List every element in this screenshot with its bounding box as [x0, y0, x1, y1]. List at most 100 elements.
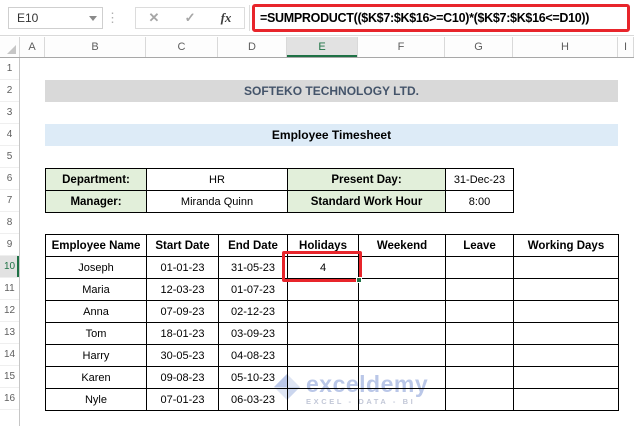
work-hour-label-cell[interactable]: Standard Work Hour	[288, 191, 446, 213]
cell-C11[interactable]: 12-03-23	[147, 279, 219, 301]
cell-C14[interactable]: 30-05-23	[147, 345, 219, 367]
cell-F14[interactable]	[359, 345, 446, 367]
department-label-cell[interactable]: Department:	[46, 169, 147, 191]
cell-E16[interactable]	[288, 389, 359, 411]
cell-H10[interactable]	[514, 257, 619, 279]
cell-E10[interactable]: 4	[288, 257, 359, 279]
table-header-end-date[interactable]: End Date	[219, 235, 288, 257]
row-header-14[interactable]: 14	[0, 344, 19, 366]
row-header-12[interactable]: 12	[0, 300, 19, 322]
row-header-11[interactable]: 11	[0, 278, 19, 300]
table-header-holidays[interactable]: Holidays	[288, 235, 359, 257]
name-box[interactable]: E10	[8, 7, 103, 29]
department-value-cell[interactable]: HR	[147, 169, 288, 191]
row-header-10[interactable]: 10	[0, 256, 19, 278]
table-header-start-date[interactable]: Start Date	[147, 235, 219, 257]
table-header-working-days[interactable]: Working Days	[514, 235, 619, 257]
cell-H13[interactable]	[514, 323, 619, 345]
cell-H12[interactable]	[514, 301, 619, 323]
formula-input[interactable]: =SUMPRODUCT(($K$7:$K$16>=C10)*($K$7:$K$1…	[252, 4, 630, 32]
cell-C10[interactable]: 01-01-23	[147, 257, 219, 279]
cell-B15[interactable]: Karen	[46, 367, 147, 389]
present-day-value-cell[interactable]: 31-Dec-23	[446, 169, 514, 191]
cell-B10[interactable]: Joseph	[46, 257, 147, 279]
fill-handle[interactable]	[356, 277, 362, 283]
cell-B16[interactable]: Nyle	[46, 389, 147, 411]
cell-E12[interactable]	[288, 301, 359, 323]
row-header-2[interactable]: 2	[0, 80, 19, 102]
cell-G16[interactable]	[446, 389, 514, 411]
cell-E11[interactable]	[288, 279, 359, 301]
select-all-button[interactable]	[0, 37, 20, 57]
row-header-16[interactable]: 16	[0, 388, 19, 410]
worksheet[interactable]: SOFTEKO TECHNOLOGY LTD. Employee Timeshe…	[20, 58, 634, 426]
name-box-dropdown-icon[interactable]	[84, 16, 102, 21]
cell-E14[interactable]	[288, 345, 359, 367]
table-header-leave[interactable]: Leave	[446, 235, 514, 257]
column-header-H[interactable]: H	[513, 37, 618, 57]
cell-F16[interactable]	[359, 389, 446, 411]
row-header-7[interactable]: 7	[0, 190, 19, 212]
row-header-5[interactable]: 5	[0, 146, 19, 168]
work-hour-value-cell[interactable]: 8:00	[446, 191, 514, 213]
present-day-label-cell[interactable]: Present Day:	[288, 169, 446, 191]
cell-B13[interactable]: Tom	[46, 323, 147, 345]
cell-F15[interactable]	[359, 367, 446, 389]
cell-F11[interactable]	[359, 279, 446, 301]
cell-F10[interactable]	[359, 257, 446, 279]
cell-C15[interactable]: 09-08-23	[147, 367, 219, 389]
cell-D16[interactable]: 06-03-23	[219, 389, 288, 411]
cell-G12[interactable]	[446, 301, 514, 323]
row-header-15[interactable]: 15	[0, 366, 19, 388]
table-header-weekend[interactable]: Weekend	[359, 235, 446, 257]
cell-D14[interactable]: 04-08-23	[219, 345, 288, 367]
manager-value-cell[interactable]: Miranda Quinn	[147, 191, 288, 213]
row-header-17[interactable]	[0, 410, 19, 426]
cell-D15[interactable]: 05-10-23	[219, 367, 288, 389]
cell-H16[interactable]	[514, 389, 619, 411]
row-header-8[interactable]: 8	[0, 212, 19, 234]
cell-H14[interactable]	[514, 345, 619, 367]
cell-B11[interactable]: Maria	[46, 279, 147, 301]
cell-E13[interactable]	[288, 323, 359, 345]
cell-H15[interactable]	[514, 367, 619, 389]
cancel-icon[interactable]: ✕	[149, 10, 160, 26]
column-header-I[interactable]: I	[618, 37, 634, 57]
cell-H11[interactable]	[514, 279, 619, 301]
cell-F13[interactable]	[359, 323, 446, 345]
cell-B12[interactable]: Anna	[46, 301, 147, 323]
table-header-employee-name[interactable]: Employee Name	[46, 235, 147, 257]
column-header-G[interactable]: G	[445, 37, 513, 57]
manager-label-cell[interactable]: Manager:	[46, 191, 147, 213]
cell-B14[interactable]: Harry	[46, 345, 147, 367]
column-header-D[interactable]: D	[218, 37, 287, 57]
cell-C16[interactable]: 07-01-23	[147, 389, 219, 411]
column-header-A[interactable]: A	[20, 37, 45, 57]
cell-D12[interactable]: 02-12-23	[219, 301, 288, 323]
row-header-4[interactable]: 4	[0, 124, 19, 146]
cell-E15[interactable]	[288, 367, 359, 389]
cell-C13[interactable]: 18-01-23	[147, 323, 219, 345]
cell-G10[interactable]	[446, 257, 514, 279]
row-header-13[interactable]: 13	[0, 322, 19, 344]
column-header-F[interactable]: F	[358, 37, 445, 57]
company-title-cell[interactable]: SOFTEKO TECHNOLOGY LTD.	[45, 80, 618, 102]
column-header-C[interactable]: C	[146, 37, 218, 57]
column-header-B[interactable]: B	[45, 37, 146, 57]
cell-F12[interactable]	[359, 301, 446, 323]
insert-function-icon[interactable]: fx	[221, 10, 232, 26]
row-header-3[interactable]: 3	[0, 102, 19, 124]
row-header-9[interactable]: 9	[0, 234, 19, 256]
cell-D11[interactable]: 01-07-23	[219, 279, 288, 301]
enter-icon[interactable]: ✓	[185, 10, 196, 26]
cell-G14[interactable]	[446, 345, 514, 367]
row-header-6[interactable]: 6	[0, 168, 19, 190]
cell-D10[interactable]: 31-05-23	[219, 257, 288, 279]
column-header-E[interactable]: E	[287, 37, 358, 57]
row-header-1[interactable]: 1	[0, 58, 19, 80]
cell-C12[interactable]: 07-09-23	[147, 301, 219, 323]
cell-D13[interactable]: 03-09-23	[219, 323, 288, 345]
cell-G11[interactable]	[446, 279, 514, 301]
cell-G13[interactable]	[446, 323, 514, 345]
cell-G15[interactable]	[446, 367, 514, 389]
